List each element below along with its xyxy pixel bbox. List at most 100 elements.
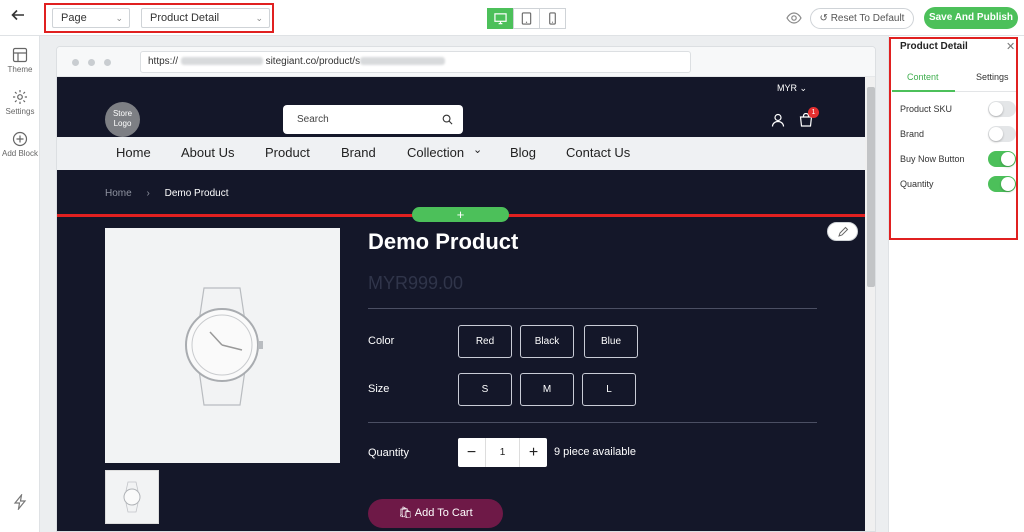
product-main-image[interactable] [105,228,340,463]
sidebar-item-settings[interactable]: Settings [0,89,40,116]
toggle-knob [1001,177,1015,191]
preview-canvas: https:// sitegiant.co/product/s MYR ⌄ St… [56,46,876,532]
mobile-icon [549,12,556,25]
mobile-view-button[interactable] [539,8,566,29]
buy-now-button-toggle[interactable] [988,151,1016,167]
product-sku-toggle[interactable] [988,101,1016,117]
reset-label: Reset To Default [830,13,905,24]
size-option-s[interactable]: S [458,373,512,406]
url-redacted [180,57,263,66]
plus-circle-icon [12,131,28,147]
top-toolbar: Page ⌄ Product Detail ⌄ ↺ Reset To Defau… [0,0,1024,36]
sidebar-item-theme[interactable]: Theme [0,47,40,74]
window-dot [88,59,95,66]
quantity-input[interactable]: 1 [485,438,520,467]
product-title: Demo Product [368,229,519,254]
quantity-decrease-button[interactable]: − [458,438,485,467]
canvas-scroll-thumb[interactable] [867,87,875,287]
nav-item-contact-us[interactable]: Contact Us [566,145,630,160]
sidebar-item-label: Theme [7,65,33,74]
sidebar-item-lightning[interactable] [0,494,40,512]
sidebar-item-add-block[interactable]: Add Block [0,131,40,158]
tablet-view-button[interactable] [513,8,540,29]
toggle-knob [1001,152,1015,166]
template-select[interactable]: Product Detail ⌄ [141,8,270,28]
toggle-label-brand: Brand [900,129,925,139]
template-select-value: Product Detail [150,12,220,24]
toggle-knob [989,127,1003,141]
quantity-increase-button[interactable]: + [520,438,547,467]
color-option-blue[interactable]: Blue [584,325,638,358]
breadcrumb-home[interactable]: Home [105,188,132,199]
save-and-publish-button[interactable]: Save And Publish [924,7,1018,29]
device-switcher [487,8,566,29]
divider [368,422,817,423]
stock-available: 9 piece available [554,446,636,458]
chevron-down-icon: ⌄ [799,83,808,93]
color-option-black[interactable]: Black [520,325,574,358]
store-logo[interactable]: Store Logo [105,102,140,137]
preview-eye-icon[interactable] [786,10,802,26]
search-icon [442,114,453,125]
store-search-input[interactable]: Search [283,105,463,134]
user-icon[interactable] [771,113,785,127]
nav-item-brand[interactable]: Brand [341,145,376,160]
size-option-m[interactable]: M [520,373,574,406]
currency-label: MYR [777,83,797,93]
nav-item-blog[interactable]: Blog [510,145,536,160]
desktop-view-button[interactable] [487,8,514,29]
lightning-icon [13,494,27,510]
quantity-label: Quantity [368,447,409,459]
logo-line: Logo [113,119,132,128]
sidebar-item-label: Add Block [1,149,39,158]
toggle-label-quantity: Quantity [900,179,934,189]
nav-item-about-us[interactable]: About Us [181,145,234,160]
brand-toggle[interactable] [988,126,1016,142]
watch-image [185,287,263,406]
chevron-down-icon: ⌄ [115,13,123,23]
nav-item-home[interactable]: Home [116,145,151,160]
active-tab-indicator [892,90,955,92]
panel-title: Product Detail [900,41,968,52]
url-prefix: https:// [148,56,179,67]
tab-content[interactable]: Content [907,72,939,82]
window-dot [104,59,111,66]
divider [368,308,817,309]
watch-thumbnail-image [123,481,141,513]
edit-section-button[interactable] [827,222,858,241]
window-dot [72,59,79,66]
reset-icon: ↺ [819,13,828,24]
color-label: Color [368,335,395,347]
url-bar[interactable]: https:// sitegiant.co/product/s [140,51,691,73]
currency-select[interactable]: MYR ⌄ [777,83,807,94]
chevron-down-icon: ⌄ [255,13,263,23]
reset-to-default-button[interactable]: ↺ Reset To Default [810,8,914,29]
nav-item-product[interactable]: Product [265,145,310,160]
back-arrow-icon[interactable] [8,8,28,28]
quantity-toggle[interactable] [988,176,1016,192]
nav-item-collection[interactable]: Collection [407,145,464,160]
breadcrumb: Home › Demo Product [105,188,229,199]
breadcrumb-current: Demo Product [164,188,229,199]
search-placeholder: Search [297,114,329,125]
page-type-select-value: Page [61,12,87,24]
color-option-red[interactable]: Red [458,325,512,358]
cart-count-badge: 1 [808,107,819,118]
quantity-stepper: − 1 + [458,438,547,467]
chevron-down-icon: ⌄ [473,144,483,156]
product-thumbnail[interactable] [105,470,159,524]
tab-settings[interactable]: Settings [976,72,1009,82]
size-option-l[interactable]: L [582,373,636,406]
add-section-button[interactable]: + [412,207,509,222]
sidebar-item-label: Settings [5,107,35,116]
bag-icon: 🛍 [398,507,413,519]
page-type-select[interactable]: Page ⌄ [52,8,130,28]
close-icon[interactable]: ✕ [1006,40,1015,53]
left-sidebar: Theme Settings Add Block [0,36,40,532]
chevron-right-icon: › [146,188,150,199]
add-to-cart-label: Add To Cart [414,507,473,519]
store-nav: Home About Us Product Brand Collection ⌄… [57,137,865,170]
toggle-knob [989,102,1003,116]
logo-line: Store [112,109,133,118]
add-to-cart-button[interactable]: 🛍 Add To Cart [368,499,503,528]
